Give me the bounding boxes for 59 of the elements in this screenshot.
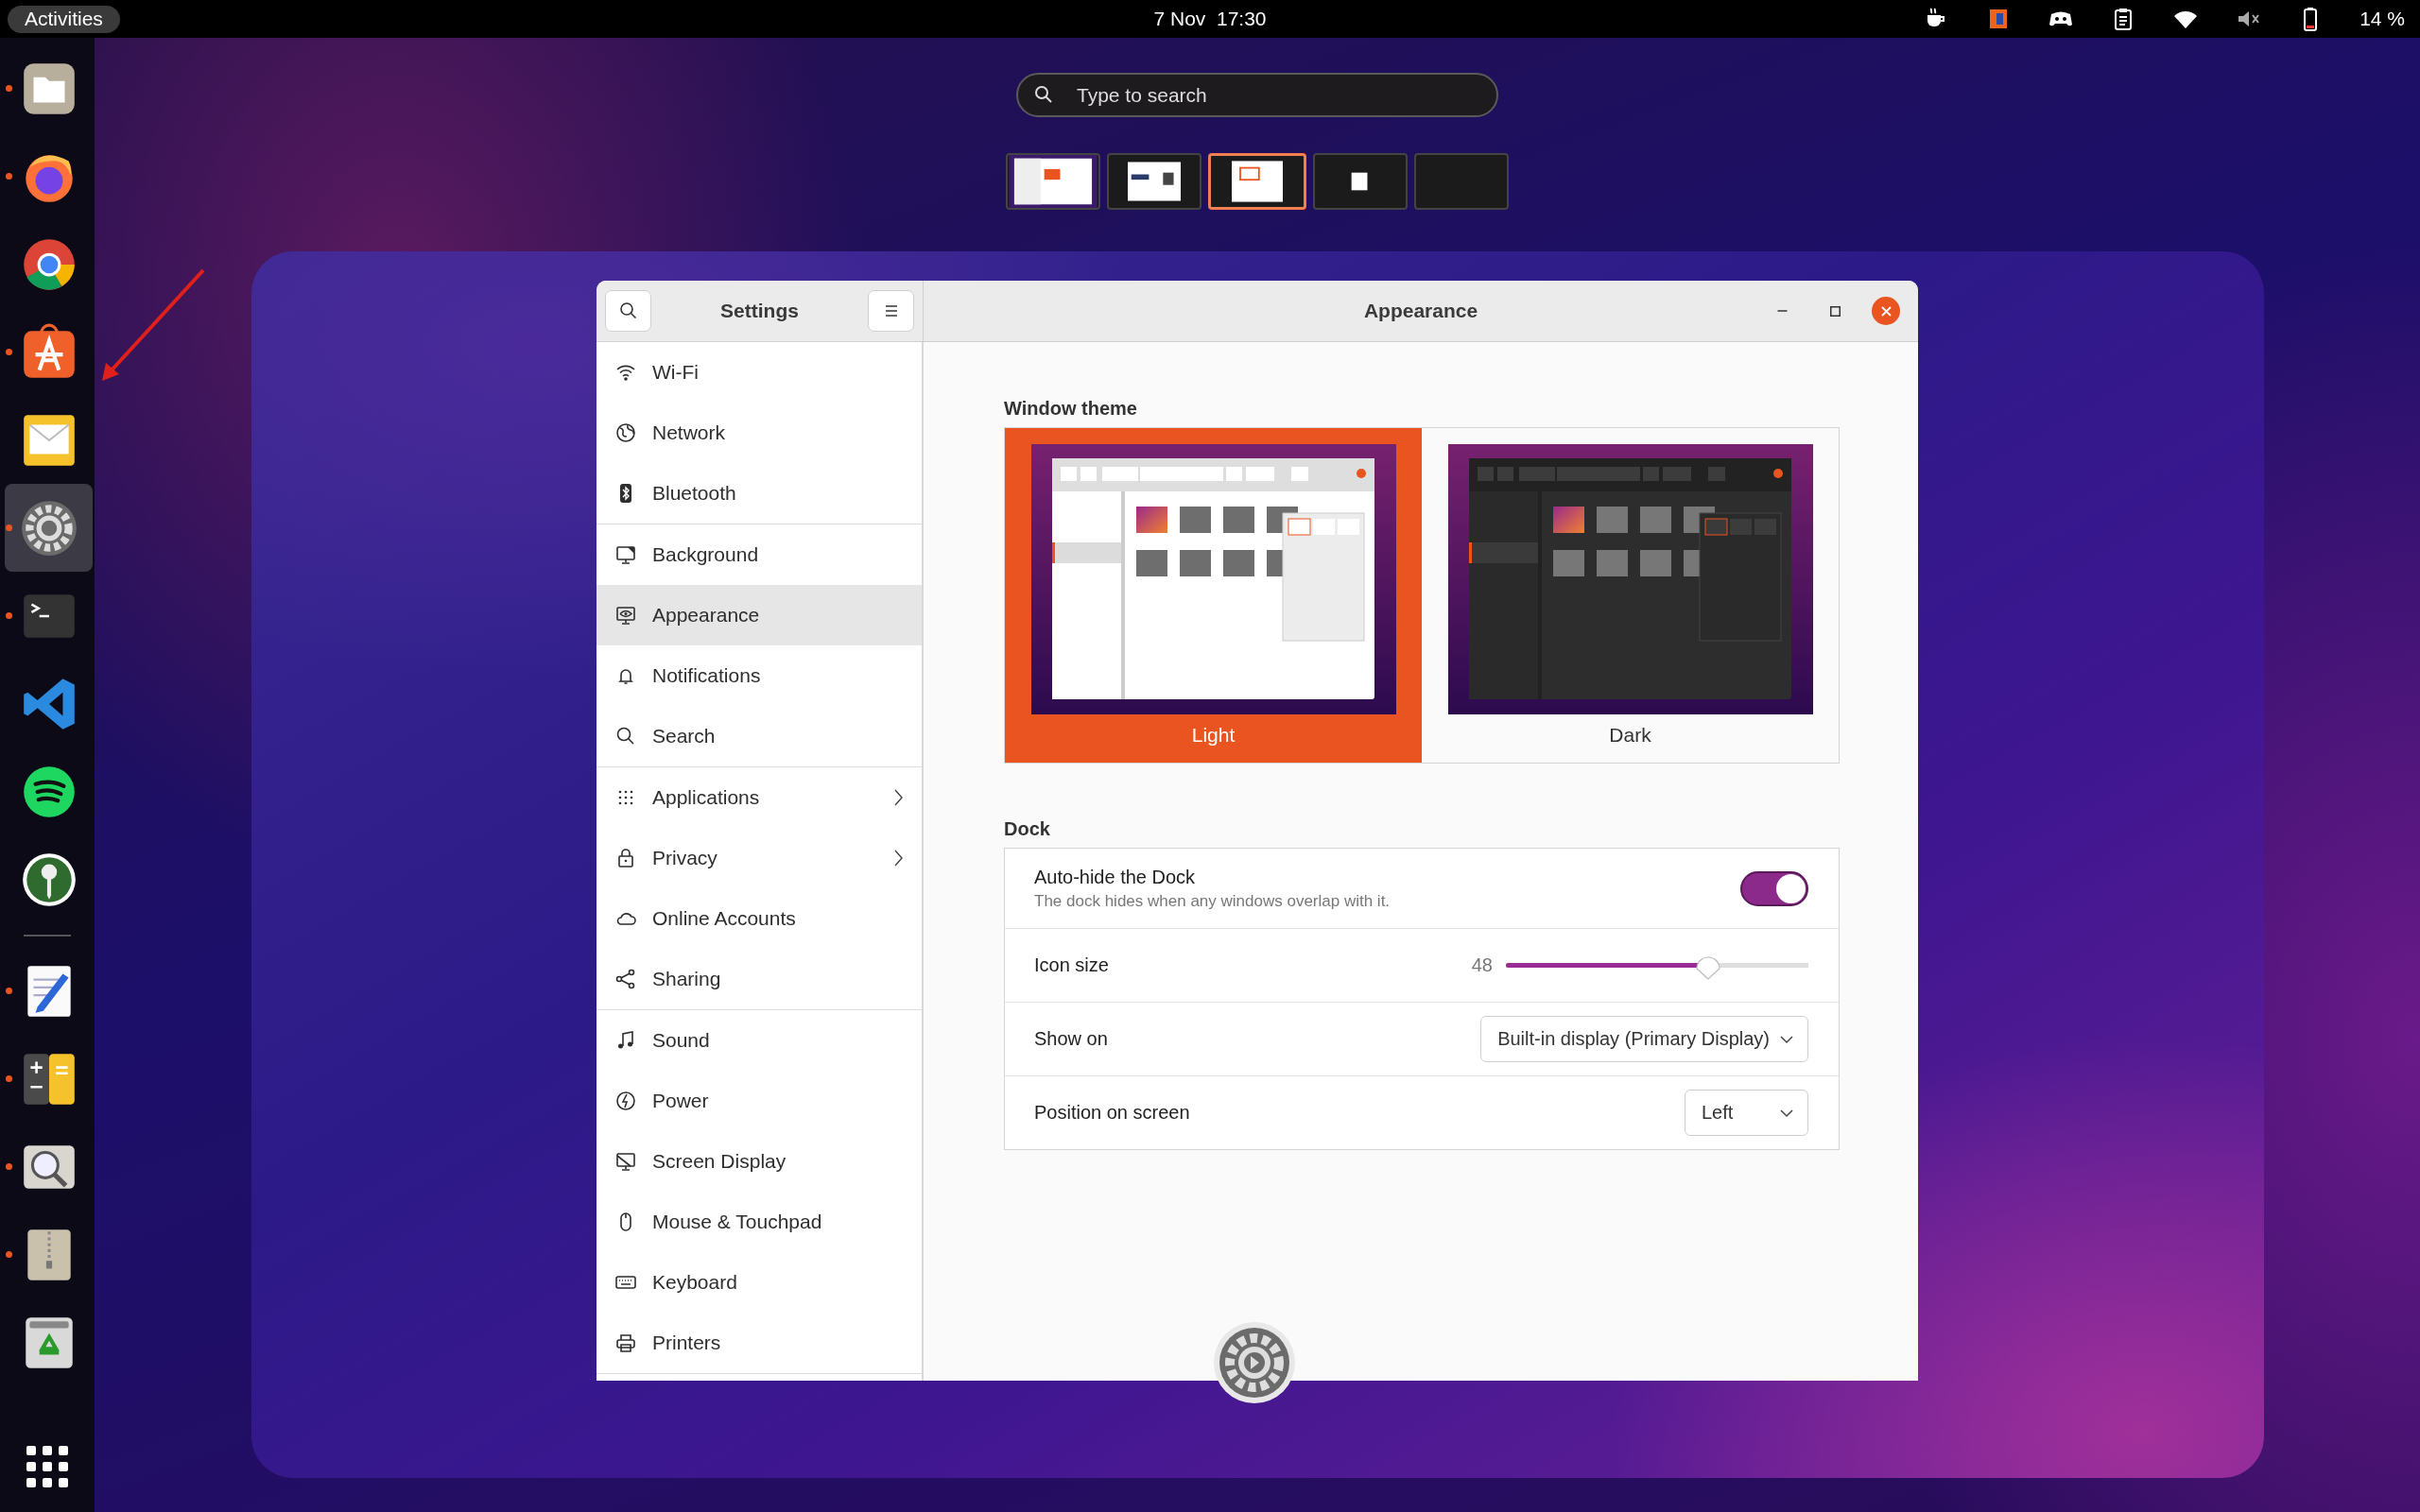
caret-icon: [1779, 1108, 1794, 1118]
sidebar-item[interactable]: Search: [596, 706, 922, 766]
maximize-icon: [1829, 305, 1841, 317]
section-title: Window theme: [1004, 398, 1138, 421]
sidebar-item[interactable]: Power: [596, 1071, 922, 1131]
share-icon: [614, 968, 637, 990]
theme-option[interactable]: Light: [1005, 428, 1422, 763]
sidebar-item[interactable]: Bluetooth: [596, 463, 922, 524]
toggle-switch[interactable]: [1740, 870, 1808, 906]
sidebar-item[interactable]: Screen Display: [596, 1131, 922, 1192]
caret-icon: [1779, 1034, 1794, 1044]
power-icon: [614, 1090, 637, 1112]
setting-label: Show on: [1034, 1028, 1109, 1050]
sidebar-item[interactable]: Keyboard: [596, 1252, 922, 1313]
sidebar-item[interactable]: Background: [596, 524, 922, 585]
menu-button[interactable]: [868, 290, 914, 332]
search-button[interactable]: [605, 290, 651, 332]
sidebar-title: Settings: [720, 300, 799, 322]
dropdown[interactable]: Left: [1685, 1090, 1808, 1136]
dropdown[interactable]: Built-in display (Primary Display): [1480, 1016, 1808, 1062]
sidebar-item[interactable]: Mouse & Touchpad: [596, 1192, 922, 1252]
globe-icon: [614, 421, 637, 444]
workspace-thumbnail[interactable]: [1006, 153, 1100, 210]
workspace-thumbnail[interactable]: [1107, 153, 1201, 210]
sidebar-item[interactable]: Network: [596, 403, 922, 463]
sidebar-item[interactable]: Privacy: [596, 828, 922, 888]
sidebar-item[interactable]: Sound: [596, 1010, 922, 1071]
clock[interactable]: 7 Nov 17:30: [1153, 8, 1267, 30]
sidebar-item[interactable]: Online Accounts: [596, 888, 922, 949]
workspace-thumbnail[interactable]: [1414, 153, 1509, 210]
setting-label: Auto-hide the Dock: [1034, 866, 1197, 888]
close-icon: [1880, 305, 1892, 317]
sidebar-item[interactable]: Applications: [596, 767, 922, 828]
search-field[interactable]: Type to search: [1016, 73, 1498, 117]
setting-label: Icon size: [1034, 954, 1110, 976]
window-title: Appearance: [1363, 300, 1478, 322]
printer-icon: [614, 1332, 637, 1354]
monitor-icon: [614, 543, 637, 566]
section-title: Dock: [1004, 818, 1051, 841]
search-icon: [1035, 86, 1053, 104]
battery-percentage: 14 %: [2360, 8, 2405, 30]
sidebar-item[interactable]: Appearance: [596, 585, 922, 645]
setting-description: The dock hides when any windows overlap with it.: [1034, 891, 1392, 911]
dock-item[interactable]: [5, 484, 93, 572]
monitor-eye-icon: [614, 604, 637, 627]
activities-button[interactable]: Activities: [8, 5, 120, 33]
close-button[interactable]: [1872, 297, 1900, 325]
slider-value: 48: [1471, 954, 1493, 976]
sidebar-item[interactable]: Sharing: [596, 949, 922, 1009]
minimize-icon: [1776, 310, 1788, 312]
gear-icon: [1212, 1321, 1296, 1404]
setting-label: Position on screen: [1034, 1102, 1191, 1124]
sidebar-item[interactable]: Notifications: [596, 645, 922, 706]
monitor-icon: [614, 1150, 637, 1173]
workspace-thumbnail[interactable]: [1313, 153, 1408, 210]
workspace-thumbnail[interactable]: [1208, 153, 1306, 210]
sidebar-item[interactable]: Wi-Fi: [596, 342, 922, 403]
search-icon: [617, 301, 639, 321]
sidebar-item[interactable]: Printers: [596, 1313, 922, 1373]
